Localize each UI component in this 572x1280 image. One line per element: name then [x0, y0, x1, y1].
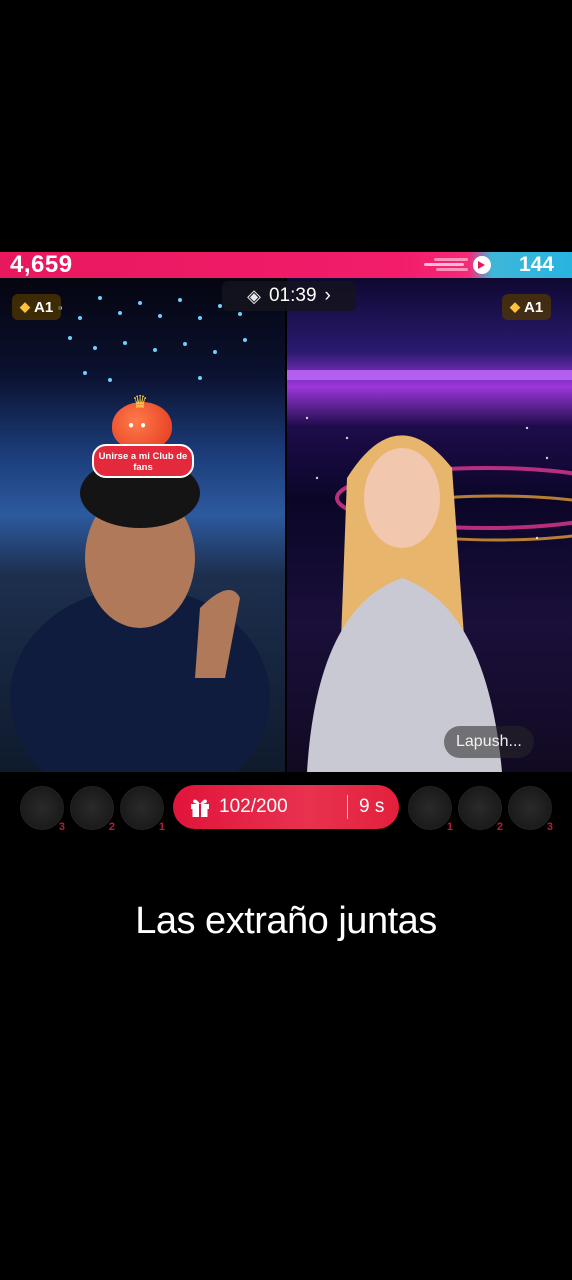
right-top-gifter-3[interactable]: 3 — [508, 786, 553, 833]
gift-goal-bar[interactable]: 102/200 9 s — [173, 785, 399, 829]
gem-icon: ◆ — [510, 299, 520, 314]
diamond-icon: ◈ — [247, 285, 261, 306]
battle-timer[interactable]: ◈ 01:39 › — [222, 281, 356, 311]
gifter-rank: 1 — [446, 821, 453, 833]
right-score: 144 — [518, 253, 554, 276]
gifter-rank: 2 — [108, 821, 115, 833]
right-streamer-name[interactable]: Lapush... — [444, 726, 534, 758]
video-caption: Las extraño juntas — [135, 900, 437, 942]
right-rank-badge[interactable]: ◆ A1 — [502, 294, 552, 320]
gift-goal-countdown: 9 s — [359, 796, 385, 817]
gifter-rank: 2 — [496, 821, 503, 833]
chevron-right-icon: › — [324, 285, 331, 306]
left-stream-video[interactable] — [0, 278, 285, 772]
left-stream-scene — [10, 296, 270, 772]
left-rank-badge[interactable]: ◆ A1 — [12, 294, 62, 320]
left-top-gifter-1[interactable]: 1 — [120, 786, 165, 833]
fan-club-label: Unirse a mi Club de fans — [92, 444, 194, 478]
fan-club-button[interactable]: ♛ ●● Unirse a mi Club de fans — [92, 392, 194, 482]
timer-value: 01:39 — [268, 285, 317, 306]
left-top-gifter-3[interactable]: 3 — [20, 786, 65, 833]
left-score: 4,659 — [10, 251, 73, 278]
gift-bar-divider — [347, 795, 348, 819]
mascot-eyes-icon: ●● — [128, 420, 153, 431]
right-stream-video[interactable] — [287, 278, 572, 772]
left-top-gifter-2[interactable]: 2 — [70, 786, 115, 833]
right-top-gifter-2[interactable]: 2 — [458, 786, 503, 833]
gifter-rank: 3 — [546, 821, 553, 833]
crown-icon: ♛ — [132, 392, 149, 412]
battle-score-bar: 4,659 144 — [0, 252, 572, 278]
gifter-rank: 3 — [58, 821, 65, 833]
right-stream-scene — [287, 370, 572, 772]
gem-icon: ◆ — [20, 299, 30, 314]
right-top-gifter-1[interactable]: 1 — [408, 786, 453, 833]
gift-goal-progress: 102/200 — [219, 796, 288, 817]
gift-icon — [191, 799, 209, 817]
gifter-rank: 1 — [158, 821, 165, 833]
streak-icon — [424, 256, 491, 274]
left-rank-label: A1 — [34, 298, 54, 316]
right-rank-label: A1 — [524, 298, 544, 316]
